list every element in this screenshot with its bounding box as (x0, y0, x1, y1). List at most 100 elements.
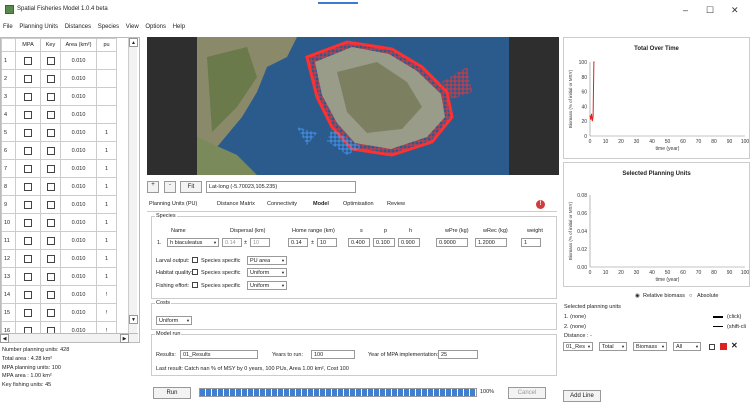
minimize-button[interactable]: – (683, 5, 688, 15)
mpa-checkbox[interactable] (24, 74, 32, 83)
mpa-cell[interactable] (15, 195, 41, 214)
scroll-up-icon[interactable]: ▲ (129, 38, 138, 47)
run-button[interactable]: Run (153, 387, 191, 399)
cancel-button[interactable]: Cancel (508, 387, 546, 399)
mpa-checkbox[interactable] (24, 272, 32, 281)
tab-model[interactable]: Model (313, 201, 329, 207)
mpa-cell[interactable] (15, 87, 41, 106)
table-row[interactable]: 6 0.010 1 (1, 141, 117, 160)
mpa-cell[interactable] (15, 123, 41, 142)
planning-unit-grid[interactable]: MPA Key Area (km²) pu 1 0.010 2 0.010 3 … (0, 37, 140, 343)
key-cell[interactable] (40, 195, 61, 214)
biomass-select[interactable]: Biomass (633, 342, 667, 351)
tab-planning-units[interactable]: Planning Units (PU) (149, 201, 197, 207)
mpa-cell[interactable] (15, 51, 41, 70)
add-line-button[interactable]: Add Line (563, 390, 601, 402)
table-row[interactable]: 8 0.010 1 (1, 177, 117, 196)
mpa-checkbox[interactable] (24, 200, 32, 209)
key-cell[interactable] (40, 87, 61, 106)
key-checkbox[interactable] (46, 308, 55, 317)
fishing-species-checkbox[interactable] (192, 282, 198, 288)
key-cell[interactable] (40, 231, 61, 250)
h-input[interactable]: 0.900 (398, 238, 420, 247)
habitat-species-checkbox[interactable] (192, 269, 198, 275)
mpa-year-input[interactable]: 25 (438, 350, 478, 359)
years-input[interactable]: 100 (311, 350, 355, 359)
key-cell[interactable] (40, 141, 61, 160)
total-select[interactable]: Total (599, 342, 627, 351)
key-checkbox[interactable] (46, 92, 55, 101)
key-checkbox[interactable] (46, 110, 55, 119)
fishing-effort-select[interactable]: Uniform (247, 281, 287, 290)
s-input[interactable]: 0.400 (348, 238, 370, 247)
tab-distance-matrix[interactable]: Distance Matrix (217, 201, 255, 207)
key-checkbox[interactable] (46, 254, 55, 263)
mpa-checkbox[interactable] (24, 290, 32, 299)
mpa-checkbox[interactable] (24, 218, 32, 227)
table-row[interactable]: 9 0.010 1 (1, 195, 117, 214)
key-checkbox[interactable] (46, 164, 55, 173)
close-button[interactable]: ✕ (731, 5, 739, 16)
table-row[interactable]: 1 0.010 (1, 51, 117, 70)
wpre-input[interactable]: 0.9000 (436, 238, 468, 247)
mpa-checkbox[interactable] (24, 164, 32, 173)
mpa-cell[interactable] (15, 105, 41, 124)
radio-absolute-label[interactable]: Absolute (697, 293, 718, 299)
habitat-quality-select[interactable]: Uniform (247, 268, 287, 277)
mpa-cell[interactable] (15, 177, 41, 196)
table-row[interactable]: 11 0.010 1 (1, 231, 117, 250)
tab-review[interactable]: Review (387, 201, 405, 207)
mpa-checkbox[interactable] (24, 146, 32, 155)
key-checkbox[interactable] (46, 146, 55, 155)
zoom-out-button[interactable]: - (164, 181, 176, 193)
mpa-cell[interactable] (15, 231, 41, 250)
mpa-cell[interactable] (15, 303, 41, 322)
mpa-cell[interactable] (15, 159, 41, 178)
results-input[interactable]: 01_Results (180, 350, 258, 359)
key-cell[interactable] (40, 177, 61, 196)
wrec-input[interactable]: 1.2000 (475, 238, 507, 247)
grid-horizontal-scrollbar[interactable]: ◀ ▶ (0, 333, 138, 343)
key-checkbox[interactable] (46, 128, 55, 137)
result-select[interactable]: 01_Res (563, 342, 593, 351)
key-cell[interactable] (40, 123, 61, 142)
table-row[interactable]: 2 0.010 (1, 69, 117, 88)
menu-species[interactable]: Species (98, 24, 119, 30)
mpa-checkbox[interactable] (24, 308, 32, 317)
key-cell[interactable] (40, 267, 61, 286)
maximize-button[interactable]: ☐ (706, 5, 714, 16)
mpa-cell[interactable] (15, 249, 41, 268)
menu-file[interactable]: File (3, 24, 13, 30)
dispersal-max-input[interactable]: 10 (250, 238, 270, 247)
key-checkbox[interactable] (46, 182, 55, 191)
mpa-checkbox[interactable] (24, 236, 32, 245)
key-cell[interactable] (40, 213, 61, 232)
mpa-checkbox[interactable] (24, 92, 32, 101)
grid-header-key[interactable]: Key (40, 38, 61, 52)
table-row[interactable]: 5 0.010 1 (1, 123, 117, 142)
table-row[interactable]: 14 0.010 ! (1, 285, 117, 304)
weight-input[interactable]: 1 (521, 238, 541, 247)
key-checkbox[interactable] (46, 218, 55, 227)
key-cell[interactable] (40, 159, 61, 178)
key-cell[interactable] (40, 105, 61, 124)
species-name-select[interactable]: h biaculeatus (167, 238, 219, 247)
key-cell[interactable] (40, 249, 61, 268)
radio-relative-label[interactable]: Relative biomass (643, 293, 685, 299)
table-row[interactable]: 3 0.010 (1, 87, 117, 106)
all-select[interactable]: All (673, 342, 701, 351)
table-row[interactable]: 4 0.010 (1, 105, 117, 124)
menu-help[interactable]: Help (173, 24, 185, 30)
table-row[interactable]: 13 0.010 1 (1, 267, 117, 286)
menu-view[interactable]: View (126, 24, 139, 30)
larval-output-select[interactable]: PU area (247, 256, 287, 265)
p-input[interactable]: 0.100 (373, 238, 395, 247)
dispersal-min-input[interactable]: 0.14 (222, 238, 242, 247)
tab-optimisation[interactable]: Optimisation (343, 201, 374, 207)
mpa-cell[interactable] (15, 69, 41, 88)
scroll-left-icon[interactable]: ◀ (0, 334, 9, 343)
key-cell[interactable] (40, 69, 61, 88)
show-line-checkbox[interactable] (709, 344, 715, 350)
grid-header-mpa[interactable]: MPA (15, 38, 41, 52)
mpa-cell[interactable] (15, 213, 41, 232)
